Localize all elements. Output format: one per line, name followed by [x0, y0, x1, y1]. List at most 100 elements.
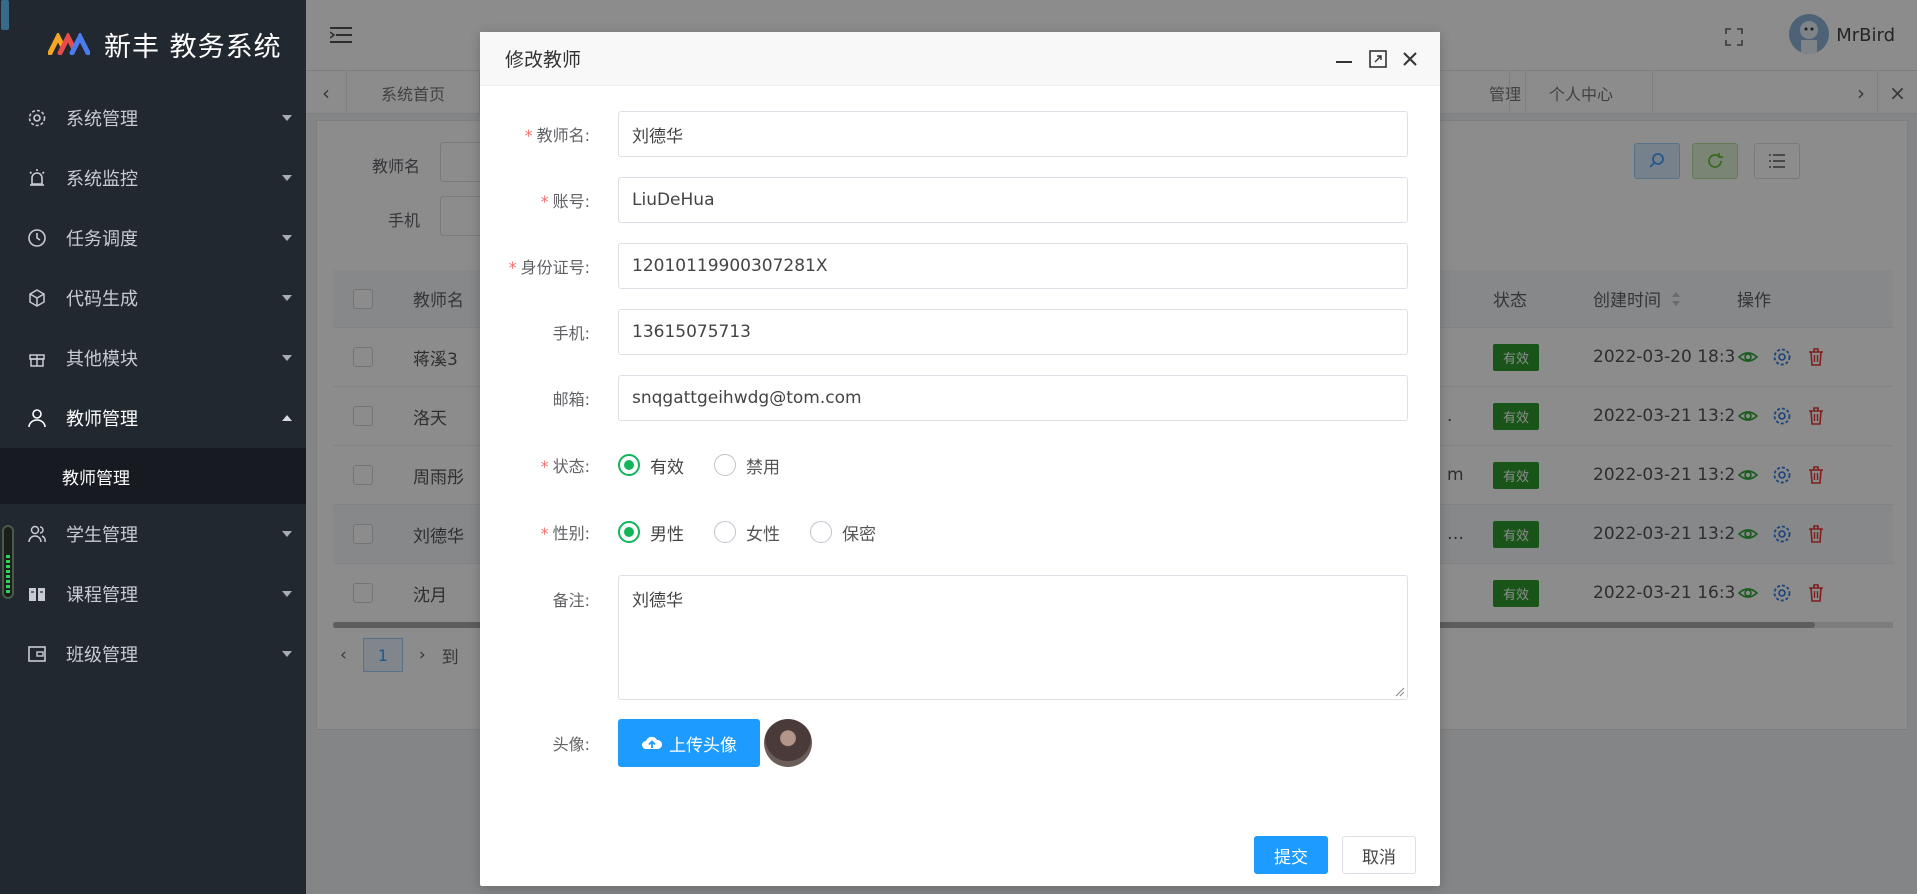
- sidebar-item-student[interactable]: 学生管理: [0, 504, 306, 564]
- tab-close-all-icon[interactable]: ×: [1877, 71, 1917, 114]
- prev-page-icon[interactable]: ‹: [340, 645, 347, 665]
- edit-gear-icon[interactable]: [1772, 347, 1792, 367]
- view-eye-icon[interactable]: [1738, 347, 1758, 367]
- cell-name: 刘德华: [413, 526, 464, 547]
- edit-gear-icon[interactable]: [1772, 465, 1792, 485]
- tab-profile[interactable]: 个人中心: [1509, 71, 1653, 114]
- caret-down-icon: [282, 175, 292, 181]
- row-actions: [1738, 564, 1826, 622]
- teacher-name-value: 刘德华: [632, 126, 683, 147]
- id-card-label: * 身份证号:: [508, 258, 590, 277]
- email-field[interactable]: snqgattgeihwdg@tom.com: [618, 375, 1408, 421]
- view-eye-icon[interactable]: [1738, 583, 1758, 603]
- list-icon: [1769, 154, 1785, 168]
- resize-grip-icon[interactable]: [1395, 687, 1405, 697]
- select-all-checkbox[interactable]: [353, 288, 373, 309]
- gear-icon: [26, 107, 48, 129]
- sort-icon[interactable]: [1671, 291, 1681, 307]
- view-eye-icon[interactable]: [1738, 524, 1758, 544]
- remark-textarea[interactable]: 刘德华: [618, 575, 1408, 700]
- form-row-id-card: * 身份证号: 12010119900307281X: [480, 243, 1440, 289]
- search-button[interactable]: [1634, 143, 1680, 179]
- filter-phone-label: 手机: [388, 211, 421, 230]
- cancel-button[interactable]: 取消: [1342, 836, 1416, 874]
- sidebar-subitem-teacher-manage[interactable]: 教师管理: [0, 448, 306, 504]
- delete-trash-icon[interactable]: [1806, 465, 1826, 485]
- row-checkbox[interactable]: [353, 465, 373, 485]
- gender-radio-secret[interactable]: 保密: [810, 520, 876, 545]
- delete-trash-icon[interactable]: [1806, 347, 1826, 367]
- form-row-account: * 账号: LiuDeHua: [480, 177, 1440, 223]
- view-eye-icon[interactable]: [1738, 406, 1758, 426]
- pagination: ‹ 1 › 到: [340, 635, 459, 675]
- page-number-current[interactable]: 1: [362, 638, 403, 672]
- id-card-field[interactable]: 12010119900307281X: [618, 243, 1408, 289]
- caret-up-icon: [282, 415, 292, 421]
- col-header-created[interactable]: 创建时间: [1593, 270, 1681, 327]
- fullscreen-icon[interactable]: [1725, 28, 1743, 46]
- sidebar-item-system[interactable]: 系统管理: [0, 88, 306, 148]
- avatar-preview-image: [764, 719, 812, 767]
- tab-scroll-right-icon[interactable]: ›: [1841, 71, 1881, 114]
- teacher-name-field[interactable]: 刘德华: [618, 111, 1408, 157]
- sidebar-item-label: 课程管理: [66, 585, 138, 606]
- row-checkbox[interactable]: [353, 406, 373, 426]
- edit-gear-icon[interactable]: [1772, 524, 1792, 544]
- tab-scroll-left-icon[interactable]: ‹: [306, 71, 346, 114]
- submit-button[interactable]: 提交: [1254, 836, 1328, 874]
- cube-icon: [26, 287, 48, 309]
- email-label: 邮箱:: [552, 390, 590, 409]
- status-radio-disabled[interactable]: 禁用: [714, 453, 780, 478]
- status-label: * 状态:: [540, 457, 590, 476]
- account-field[interactable]: LiuDeHua: [618, 177, 1408, 223]
- users-icon: [26, 523, 48, 545]
- caret-down-icon: [282, 115, 292, 121]
- col-header-status: 状态: [1493, 291, 1527, 311]
- row-actions: [1738, 446, 1826, 504]
- email-value: snqgattgeihwdg@tom.com: [632, 388, 862, 408]
- maximize-icon[interactable]: [1368, 49, 1388, 69]
- phone-field[interactable]: 13615075713: [618, 309, 1408, 355]
- tab-home[interactable]: 系统首页: [346, 71, 480, 114]
- row-checkbox[interactable]: [353, 347, 373, 367]
- caret-down-icon: [282, 531, 292, 537]
- column-settings-button[interactable]: [1754, 143, 1800, 179]
- refresh-button[interactable]: [1692, 143, 1738, 179]
- id-card-value: 12010119900307281X: [632, 256, 828, 276]
- sidebar-item-teacher[interactable]: 教师管理: [0, 388, 306, 448]
- edit-gear-icon[interactable]: [1772, 583, 1792, 603]
- row-checkbox[interactable]: [353, 583, 373, 603]
- sidebar-item-label: 系统监控: [66, 169, 138, 190]
- caret-down-icon: [282, 295, 292, 301]
- sidebar-item-codegen[interactable]: 代码生成: [0, 268, 306, 328]
- status-radio-active[interactable]: 有效: [618, 453, 684, 478]
- upload-avatar-button[interactable]: 上传头像: [618, 719, 760, 767]
- sidebar-item-other[interactable]: 其他模块: [0, 328, 306, 388]
- sidebar-item-class[interactable]: 班级管理: [0, 624, 306, 684]
- delete-trash-icon[interactable]: [1806, 583, 1826, 603]
- user-avatar[interactable]: [1789, 14, 1829, 54]
- close-icon[interactable]: [1400, 49, 1420, 69]
- sidebar-item-schedule[interactable]: 任务调度: [0, 208, 306, 268]
- delete-trash-icon[interactable]: [1806, 524, 1826, 544]
- menu-toggle-icon[interactable]: [330, 26, 352, 44]
- edit-teacher-dialog: 修改教师 * 教师名: 刘德华 * 账号: LiuDeHua * 身份证号: 1201…: [480, 32, 1440, 886]
- username-label[interactable]: MrBird: [1836, 25, 1895, 46]
- edit-gear-icon[interactable]: [1772, 406, 1792, 426]
- sidebar-subitem-label: 教师管理: [62, 468, 130, 489]
- minimize-icon[interactable]: [1334, 49, 1354, 69]
- cell-created: 2022-03-21 13:2: [1593, 406, 1736, 426]
- next-page-icon[interactable]: ›: [419, 645, 426, 665]
- delete-trash-icon[interactable]: [1806, 406, 1826, 426]
- cell-truncated: m: [1447, 465, 1464, 485]
- caret-down-icon: [282, 651, 292, 657]
- gender-radio-male[interactable]: 男性: [618, 520, 684, 545]
- sidebar-item-label: 代码生成: [66, 289, 138, 310]
- sidebar-item-course[interactable]: 课程管理: [0, 564, 306, 624]
- form-row-gender: * 性别: 男性 女性 保密: [480, 517, 1440, 547]
- row-checkbox[interactable]: [353, 524, 373, 544]
- search-icon: [1649, 153, 1664, 168]
- gender-radio-female[interactable]: 女性: [714, 520, 780, 545]
- view-eye-icon[interactable]: [1738, 465, 1758, 485]
- sidebar-item-monitor[interactable]: 系统监控: [0, 148, 306, 208]
